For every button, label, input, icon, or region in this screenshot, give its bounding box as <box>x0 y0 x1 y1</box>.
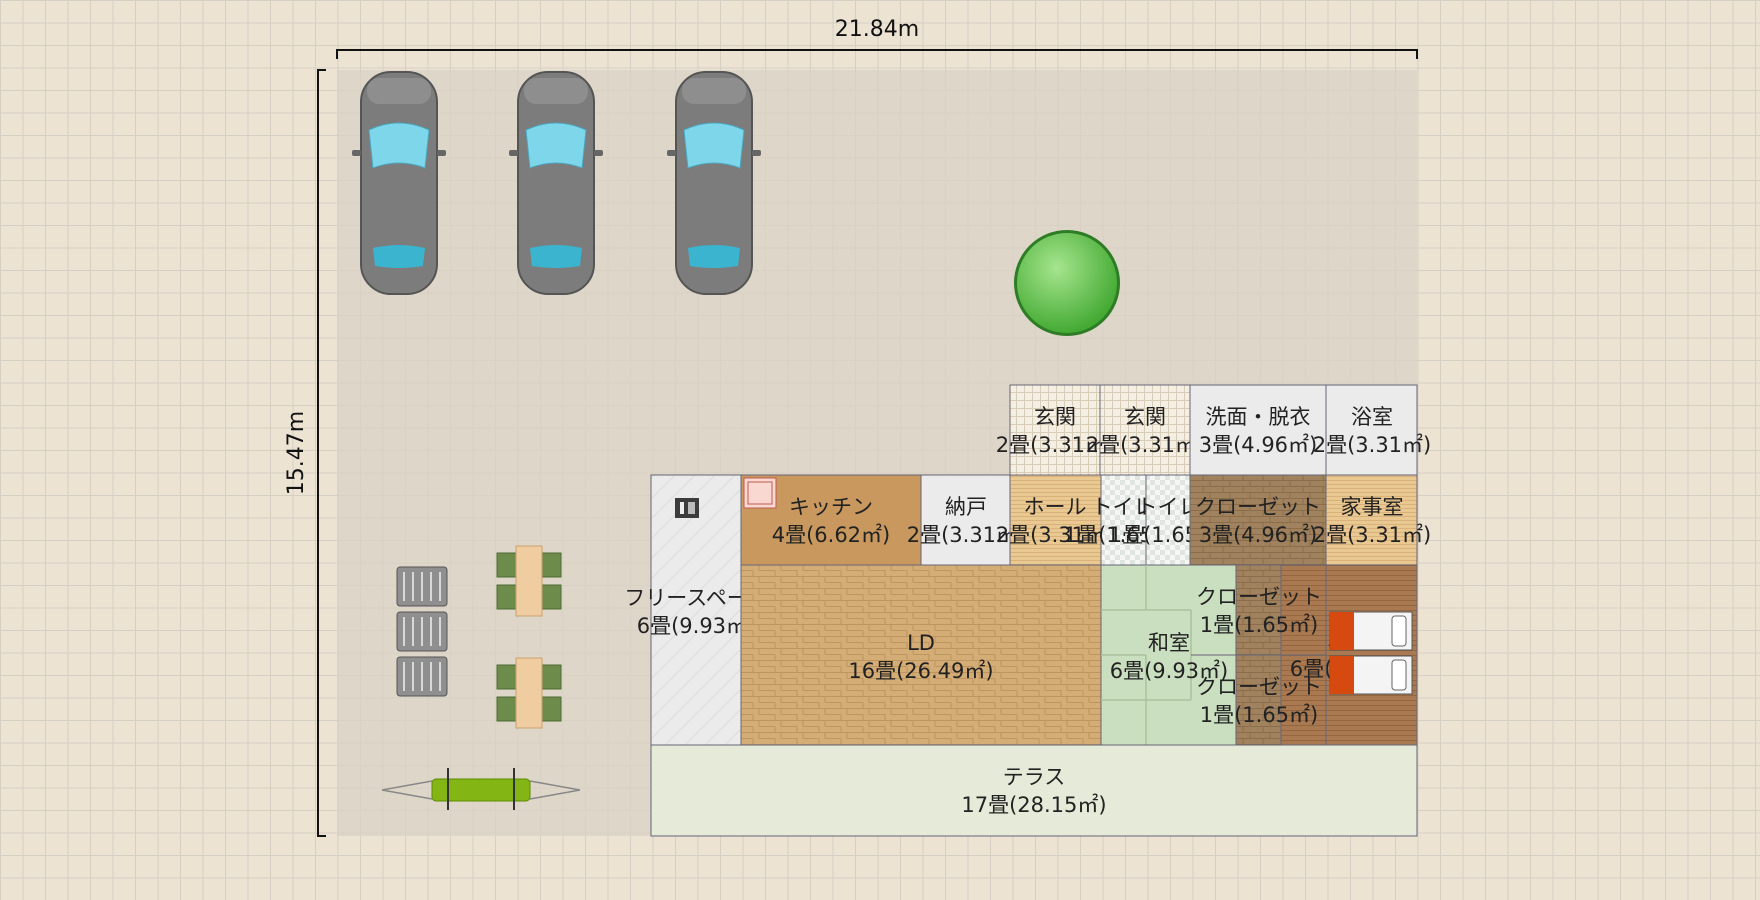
svg-text:玄関: 玄関 <box>1034 405 1076 429</box>
room-kajishitsu: 家事室 2畳(3.31㎡) <box>1313 474 1432 566</box>
svg-text:クローゼット: クローゼット <box>1196 675 1322 699</box>
floor-plan: 21.84m 15.47m 玄関 2畳(3.31㎡) 玄関 2畳(3.31㎡) … <box>284 17 1432 837</box>
svg-text:キッチン: キッチン <box>789 495 873 519</box>
room-hall: ホール 2畳(3.31㎡) <box>996 474 1114 566</box>
svg-text:家事室: 家事室 <box>1341 495 1404 519</box>
svg-text:テラス: テラス <box>1003 765 1066 789</box>
chair-icon <box>396 566 448 607</box>
room-genkan: 玄関 2畳(3.31㎡) <box>1086 384 1205 476</box>
svg-text:洗面・脱衣: 洗面・脱衣 <box>1206 405 1311 429</box>
svg-text:3畳(4.96㎡): 3畳(4.96㎡) <box>1199 523 1318 547</box>
height-dimension-label: 15.47m <box>284 411 309 495</box>
car-icon <box>352 71 446 295</box>
width-dimension: 21.84m <box>336 17 1418 59</box>
stove-icon <box>743 477 777 509</box>
svg-text:6畳(9.93㎡): 6畳(9.93㎡) <box>637 614 756 638</box>
svg-text:クローゼット: クローゼット <box>1196 585 1322 609</box>
svg-text:1畳(1.65㎡): 1畳(1.65㎡) <box>1200 703 1319 727</box>
width-dimension-label: 21.84m <box>835 17 919 42</box>
room-closet: クローゼット 3畳(4.96㎡) <box>1189 474 1327 566</box>
room-genkan: 玄関 2畳(3.31㎡) <box>996 384 1114 476</box>
room-terrace: テラス 17畳(28.15㎡) <box>650 744 1418 837</box>
svg-text:2畳(3.31㎡): 2畳(3.31㎡) <box>1313 523 1432 547</box>
svg-text:4畳(6.62㎡): 4畳(6.62㎡) <box>772 523 891 547</box>
svg-text:玄関: 玄関 <box>1124 405 1166 429</box>
svg-text:LD: LD <box>907 631 935 655</box>
svg-text:17畳(28.15㎡): 17畳(28.15㎡) <box>961 793 1106 817</box>
room-senmen-datsui: 洗面・脱衣 3畳(4.96㎡) <box>1189 384 1327 476</box>
car-icon <box>509 71 603 295</box>
room-ld: LD 16畳(26.49㎡) <box>740 564 1102 746</box>
svg-text:2畳(3.31㎡): 2畳(3.31㎡) <box>1086 433 1205 457</box>
height-dimension: 15.47m <box>284 69 326 837</box>
room-bathroom: 浴室 2畳(3.31㎡) <box>1313 384 1432 476</box>
tree-icon <box>1014 230 1120 336</box>
svg-text:16畳(26.49㎡): 16畳(26.49㎡) <box>848 659 993 683</box>
svg-text:2畳(3.31㎡): 2畳(3.31㎡) <box>1313 433 1432 457</box>
chair-icon <box>396 611 448 652</box>
svg-text:1畳(1.65㎡): 1畳(1.65㎡) <box>1200 613 1319 637</box>
svg-text:納戸: 納戸 <box>945 495 987 519</box>
svg-text:3畳(4.96㎡): 3畳(4.96㎡) <box>1199 433 1318 457</box>
refrigerator-icon <box>675 498 699 518</box>
svg-text:ホール: ホール <box>1024 495 1087 519</box>
svg-text:和室: 和室 <box>1148 631 1190 655</box>
car-icon <box>667 71 761 295</box>
chair-icon <box>396 656 448 697</box>
svg-text:クローゼット: クローゼット <box>1195 495 1321 519</box>
room-nando: 納戸 2畳(3.31㎡) <box>907 474 1025 566</box>
svg-text:浴室: 浴室 <box>1351 405 1393 429</box>
